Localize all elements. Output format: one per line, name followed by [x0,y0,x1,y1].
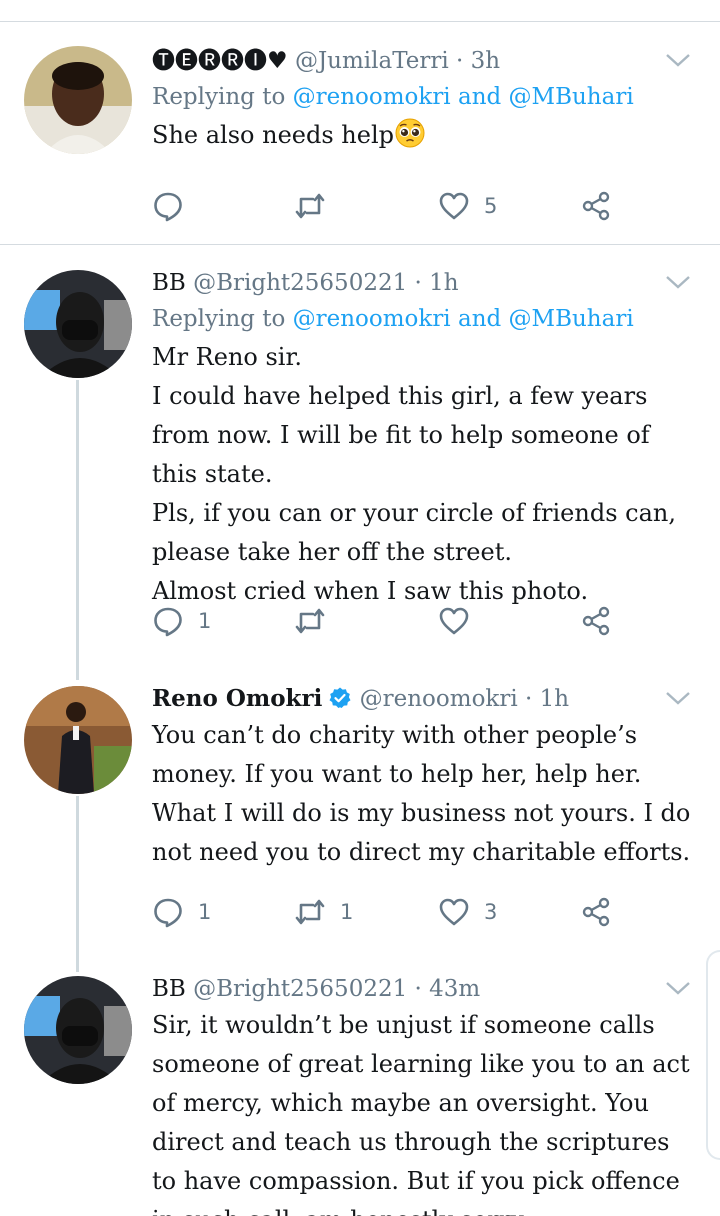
tweet-text: Mr Reno sir. I could have helped this gi… [152,343,676,605]
thread-line [76,796,79,972]
tweet-header: BB @Bright25650221 · 1h [152,266,697,300]
share-button[interactable] [580,186,612,226]
pleading-face-emoji-icon [394,117,426,149]
tweet-text: You can’t do charity with other people’s… [152,721,691,866]
replying-and: and [457,306,502,332]
mention-link[interactable]: @renoomokri [293,306,451,332]
timestamp[interactable]: · 1h [525,686,569,712]
share-icon [582,606,610,636]
tweet-actions: 1 [152,601,622,641]
replying-prefix: Replying to [152,306,286,332]
timestamp[interactable]: · 43m [415,976,481,1002]
display-name[interactable]: BB [152,976,186,1002]
tweet-divider [0,244,720,245]
reply-count: 1 [198,609,212,633]
avatar-photo [24,270,132,378]
tweet-content: BB @Bright25650221 · 43m Sir, it wouldn’… [152,972,697,1216]
share-button[interactable] [580,892,612,932]
thread-line [76,380,79,680]
tweet-header: BB @Bright25650221 · 43m [152,972,697,1006]
handle[interactable]: @renoomokri [360,686,518,712]
tweet-header: Reno Omokri @renoomokri · 1h [152,682,697,716]
handle[interactable]: @JumilaTerri [295,48,449,74]
avatar-photo [24,46,132,154]
reply-button[interactable] [152,186,198,226]
like-count: 3 [484,900,498,924]
reply-button[interactable]: 1 [152,892,211,932]
tweet-actions: 5 [152,186,622,226]
like-button[interactable]: 5 [438,186,497,226]
handle[interactable]: @Bright25650221 [193,976,407,1002]
reply-icon [154,192,182,222]
heart-icon [439,607,469,635]
share-button[interactable] [580,601,612,641]
replying-to: Replying to @renoomokri and @MBuhari [152,300,697,338]
tweet-header: 🅣🅔🅡🅡🅘♥ @JumilaTerri · 3h [152,44,697,78]
mention-link[interactable]: @MBuhari [509,306,634,332]
heart-icon [439,192,469,220]
replying-to: Replying to @renoomokri and @MBuhari [152,78,697,116]
top-status-strip [0,0,720,22]
tweet-text: Sir, it wouldn’t be unjust if someone ca… [152,1011,690,1216]
retweet-icon [295,899,325,925]
avatar[interactable] [24,46,132,154]
retweet-count: 1 [340,900,354,924]
scroll-edge-handle[interactable] [706,950,720,1160]
display-name[interactable]: BB [152,270,186,296]
display-name[interactable]: 🅣🅔🅡🅡🅘♥ [152,48,288,74]
mention-link[interactable]: @MBuhari [509,84,634,110]
share-icon [582,191,610,221]
retweet-icon [295,608,325,634]
replying-and: and [457,84,502,110]
timestamp[interactable]: · 1h [415,270,459,296]
tweet-text: She also needs help [152,116,697,155]
reply-button[interactable]: 1 [152,601,211,641]
chevron-down-icon[interactable] [664,50,692,70]
tweet-content: Reno Omokri @renoomokri · 1h You can’t d… [152,682,697,872]
retweet-icon [295,193,325,219]
verified-badge-icon [329,687,351,708]
replying-prefix: Replying to [152,84,286,110]
like-button[interactable]: 3 [438,892,497,932]
retweet-button[interactable] [294,601,340,641]
reply-icon [154,607,182,637]
avatar[interactable] [24,270,132,378]
reply-count: 1 [198,900,212,924]
display-name[interactable]: Reno Omokri [152,685,322,712]
reply-icon [154,898,182,928]
timestamp[interactable]: · 3h [456,48,500,74]
retweet-button[interactable]: 1 [294,892,353,932]
handle[interactable]: @Bright25650221 [193,270,407,296]
avatar-photo [24,686,132,794]
tweet-content: BB @Bright25650221 · 1h Replying to @ren… [152,266,697,611]
share-icon [582,897,610,927]
heart-icon [439,898,469,926]
tweet-text-content: She also needs help [152,121,394,149]
chevron-down-icon[interactable] [664,688,692,708]
chevron-down-icon[interactable] [664,978,692,998]
chevron-down-icon[interactable] [664,272,692,292]
avatar[interactable] [24,686,132,794]
avatar-photo [24,976,132,1084]
mention-link[interactable]: @renoomokri [293,84,451,110]
like-button[interactable] [438,601,484,641]
avatar[interactable] [24,976,132,1084]
retweet-button[interactable] [294,186,340,226]
tweet-content: 🅣🅔🅡🅡🅘♥ @JumilaTerri · 3h Replying to @re… [152,44,697,155]
like-count: 5 [484,194,498,218]
tweet-actions: 1 1 3 [152,892,622,932]
